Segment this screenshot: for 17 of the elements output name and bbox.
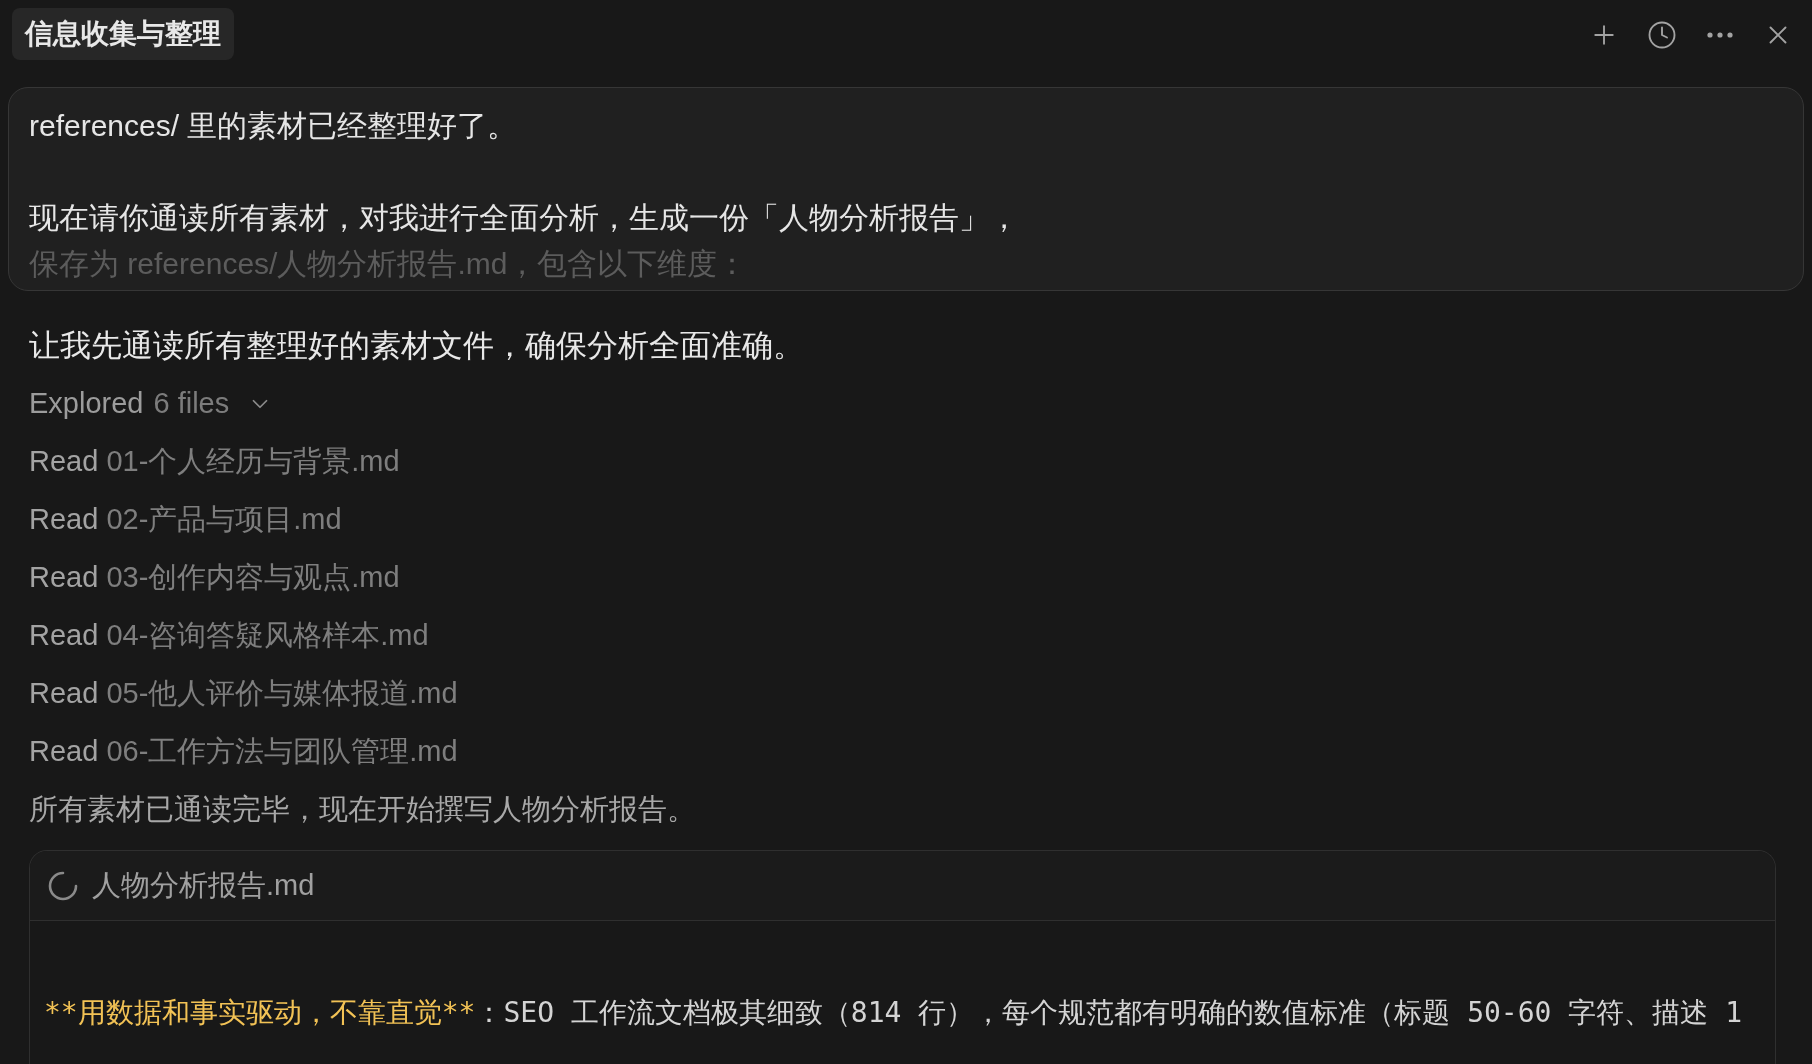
explored-toggle[interactable]: Explored 6 files [29, 382, 274, 426]
read-file-entry[interactable]: Read 02-产品与项目.md [29, 498, 342, 542]
read-file-entry[interactable]: Read 03-创作内容与观点.md [29, 556, 400, 600]
more-icon [1707, 32, 1733, 38]
assistant-message: 让我先通读所有整理好的素材文件，确保分析全面准确。 [29, 326, 804, 365]
chat-title: 信息收集与整理 [12, 8, 234, 60]
read-file-entry[interactable]: Read 04-咨询答疑风格样本.md [29, 614, 429, 658]
read-file-entry[interactable]: Read 06-工作方法与团队管理.md [29, 730, 458, 774]
read-file-entry[interactable]: Read 01-个人经历与背景.md [29, 440, 400, 484]
message-line: references/ 里的素材已经整理好了。 [29, 108, 518, 144]
clock-icon [1647, 20, 1677, 50]
read-file-entry[interactable]: Read 05-他人评价与媒体报道.md [29, 672, 458, 716]
message-line: 保存为 references/人物分析报告.md，包含以下维度： [29, 246, 748, 282]
message-line: 现在请你通读所有素材，对我进行全面分析，生成一份「人物分析报告」， [29, 200, 1019, 236]
code-line: **用数据和事实驱动，不靠直觉**：SEO 工作流文档极其细致（814 行），每个规范都有明确的数值标准（标题 50-60 字符、描述 1 [44, 995, 1742, 1031]
file-name: 人物分析报告.md [92, 867, 315, 903]
assistant-message: 所有素材已通读完毕，现在开始撰写人物分析报告。 [29, 792, 696, 828]
